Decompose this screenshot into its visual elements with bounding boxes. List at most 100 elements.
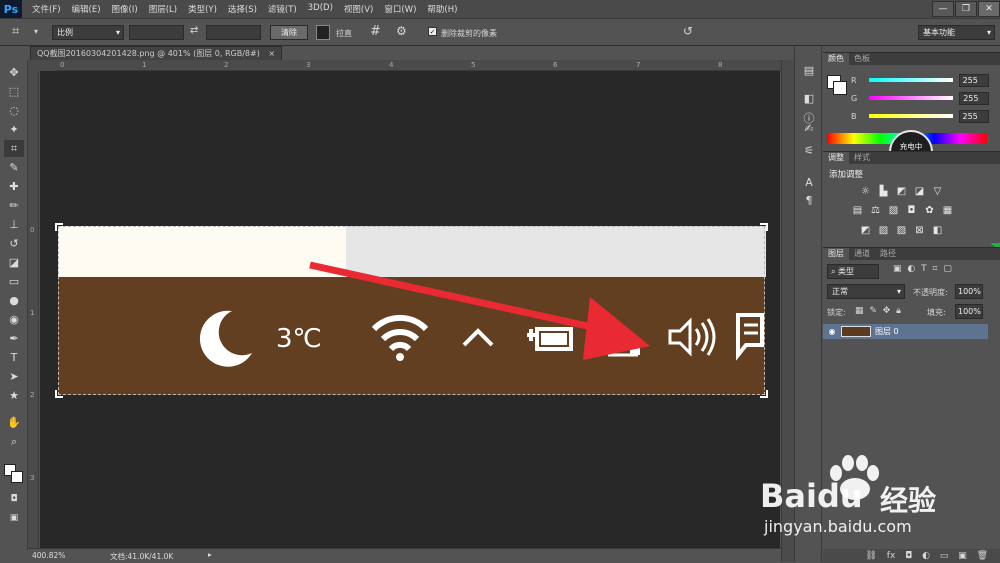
vibrance-icon[interactable]: ▽ — [931, 186, 944, 198]
color-balance-icon[interactable]: ⚖ — [869, 205, 882, 217]
width-input[interactable] — [129, 25, 184, 40]
paragraph-panel-icon[interactable]: ¶ — [799, 192, 819, 210]
lock-icons[interactable]: ▦ ✎ ✥ 🔒︎ — [855, 306, 901, 316]
workspace-select[interactable]: 基本功能 ▾ — [918, 25, 995, 40]
magic-wand-icon[interactable]: ✦ — [4, 121, 24, 138]
zoom-tool-icon[interactable]: ⌕ — [4, 433, 24, 450]
invert-icon[interactable]: ◩ — [859, 225, 872, 237]
move-tool-icon[interactable]: ✥ — [4, 64, 24, 81]
green-value-input[interactable]: 255 — [959, 91, 990, 105]
minimize-button[interactable]: — — [932, 1, 954, 17]
stamp-tool-icon[interactable]: ⊥ — [4, 216, 24, 233]
close-tab-icon[interactable]: × — [268, 49, 275, 58]
hue-saturation-icon[interactable]: ▤ — [851, 205, 864, 217]
marquee-tool-icon[interactable]: ⬚ — [4, 83, 24, 100]
brush-presets-icon[interactable]: ⚟ — [799, 142, 819, 160]
hand-tool-icon[interactable]: ✋ — [4, 414, 24, 431]
gear-icon[interactable]: ⚙ — [396, 24, 407, 38]
background-color-swatch[interactable] — [11, 471, 23, 483]
straighten-label[interactable]: 拉直 — [336, 28, 352, 39]
ratio-select[interactable]: 比例 ▾ — [52, 25, 124, 40]
exposure-icon[interactable]: ◪ — [913, 186, 926, 198]
eyedropper-icon[interactable]: ✎ — [4, 159, 24, 176]
posterize-icon[interactable]: ▨ — [877, 225, 890, 237]
blue-value-input[interactable]: 255 — [958, 109, 989, 123]
tab-paths[interactable]: 路径 — [875, 248, 901, 260]
reset-icon[interactable]: ↺ — [683, 24, 693, 38]
restore-button[interactable]: ❐ — [955, 1, 977, 17]
layer-filter-icons[interactable]: ▣ ◐ T ⌗ ▢ — [893, 264, 952, 274]
character-panel-icon[interactable]: A — [799, 174, 819, 192]
menu-item[interactable]: 文件(F) — [32, 3, 61, 15]
canvas-area[interactable]: 3℃ — [40, 71, 780, 548]
blend-mode-select[interactable]: 正常 ▾ — [827, 284, 905, 299]
tab-adjustments[interactable]: 调整 — [823, 152, 849, 164]
tab-swatches[interactable]: 色板 — [849, 53, 875, 65]
menu-item[interactable]: 3D(D) — [308, 3, 333, 15]
path-selection-icon[interactable]: ➤ — [4, 368, 24, 385]
grid-overlay-icon[interactable]: # — [370, 24, 381, 39]
lasso-tool-icon[interactable]: ◌ — [4, 102, 24, 119]
properties-panel-icon[interactable]: ◧ — [799, 90, 819, 108]
background-color-swatch[interactable] — [833, 81, 847, 95]
opacity-input[interactable]: 100% — [955, 284, 983, 299]
quick-mask-icon[interactable]: ◘ — [4, 491, 24, 508]
blur-tool-icon[interactable]: ● — [4, 292, 24, 309]
straighten-icon[interactable] — [316, 25, 330, 40]
history-panel-icon[interactable]: ▤ — [799, 62, 819, 80]
crop-tool-icon[interactable]: ⌗ — [4, 140, 24, 157]
threshold-icon[interactable]: ▨ — [895, 225, 908, 237]
eraser-tool-icon[interactable]: ◪ — [4, 254, 24, 271]
delete-cropped-checkbox[interactable]: ✓ — [428, 27, 437, 36]
brightness-icon[interactable]: ☼ — [859, 186, 872, 198]
selective-color-icon[interactable]: ◧ — [931, 225, 944, 237]
dodge-tool-icon[interactable]: ◉ — [4, 311, 24, 328]
crop-handle[interactable] — [55, 223, 63, 231]
layer-kind-filter[interactable]: ⌕ 类型 — [827, 264, 879, 279]
menu-item[interactable]: 类型(Y) — [188, 3, 217, 15]
crop-handle[interactable] — [760, 390, 768, 398]
brush-panel-icon[interactable]: ✍ — [799, 120, 819, 138]
shape-tool-icon[interactable]: ★ — [4, 387, 24, 404]
blue-slider[interactable] — [868, 114, 953, 118]
crop-tool-icon[interactable]: ⌗ — [12, 24, 19, 39]
crop-handle[interactable] — [55, 390, 63, 398]
red-slider[interactable] — [868, 78, 953, 82]
clear-button[interactable]: 清除 — [270, 25, 308, 40]
menu-item[interactable]: 图层(L) — [149, 3, 177, 15]
swap-icon[interactable]: ⇄ — [190, 25, 198, 36]
fill-input[interactable]: 100% — [955, 304, 983, 319]
channel-mixer-icon[interactable]: ✿ — [923, 205, 936, 217]
menu-item[interactable]: 视图(V) — [344, 3, 373, 15]
menu-item[interactable]: 编辑(E) — [72, 3, 101, 15]
menu-item[interactable]: 窗口(W) — [384, 3, 416, 15]
tab-channels[interactable]: 通道 — [849, 248, 875, 260]
chevron-down-icon[interactable]: ▾ — [34, 27, 38, 36]
layer-row[interactable]: ◉ 图层 0 — [823, 324, 988, 339]
levels-icon[interactable]: ▙ — [877, 186, 890, 198]
document-tab[interactable]: QQ截图20160304201428.png @ 401% (图层 0, RGB… — [30, 46, 283, 60]
menu-item[interactable]: 选择(S) — [228, 3, 257, 15]
healing-brush-icon[interactable]: ✚ — [4, 178, 24, 195]
color-lookup-icon[interactable]: ▦ — [941, 205, 954, 217]
tab-color[interactable]: 颜色 — [823, 53, 849, 65]
tab-styles[interactable]: 样式 — [849, 152, 875, 164]
tab-layers[interactable]: 图层 — [823, 248, 849, 260]
green-slider[interactable] — [869, 96, 954, 100]
zoom-level[interactable]: 400.82% — [32, 551, 65, 560]
layer-name[interactable]: 图层 0 — [875, 326, 899, 337]
crop-handle[interactable] — [760, 223, 768, 231]
close-window-button[interactable]: ✕ — [978, 1, 1000, 17]
red-value-input[interactable]: 255 — [958, 73, 989, 87]
gradient-tool-icon[interactable]: ▭ — [4, 273, 24, 290]
photo-filter-icon[interactable]: ◘ — [905, 205, 918, 217]
eye-icon[interactable]: ◉ — [823, 327, 841, 336]
menu-item[interactable]: 滤镜(T) — [268, 3, 297, 15]
pen-tool-icon[interactable]: ✒ — [4, 330, 24, 347]
curves-icon[interactable]: ◩ — [895, 186, 908, 198]
height-input[interactable] — [206, 25, 261, 40]
black-white-icon[interactable]: ▧ — [887, 205, 900, 217]
menu-item[interactable]: 图像(I) — [112, 3, 138, 15]
screen-mode-icon[interactable]: ▣ — [4, 510, 24, 527]
history-brush-icon[interactable]: ↺ — [4, 235, 24, 252]
